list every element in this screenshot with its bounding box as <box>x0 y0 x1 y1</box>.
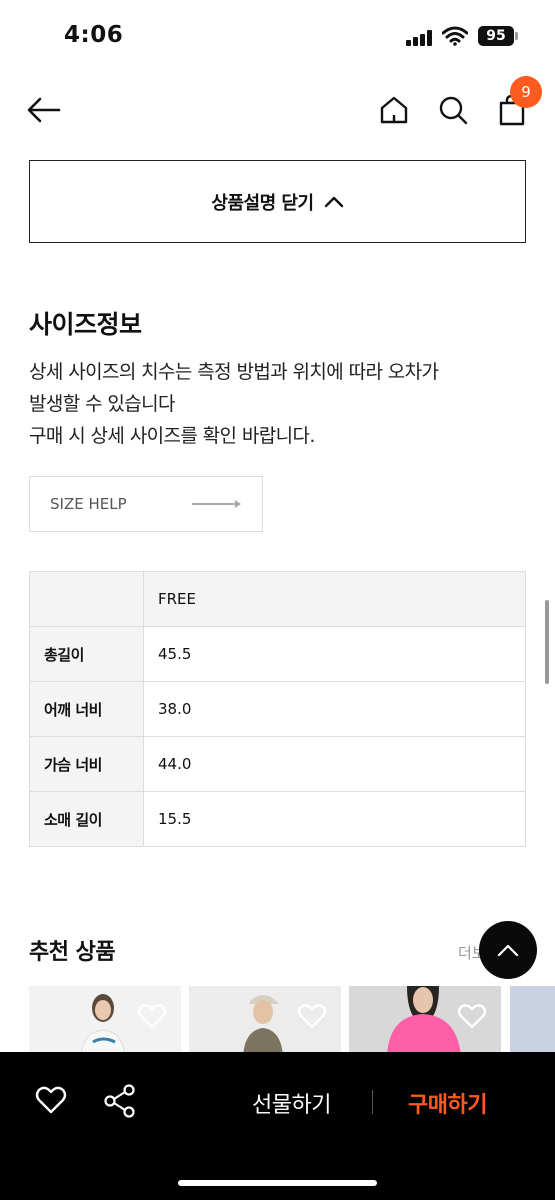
size-info-title: 사이즈정보 <box>29 310 142 339</box>
status-time: 4:06 <box>64 22 124 48</box>
size-desc-line: 구매 시 상세 사이즈를 확인 바랍니다. <box>29 425 315 447</box>
battery-tip <box>515 32 518 40</box>
recommended-title: 추천 상품 <box>29 940 116 965</box>
scroll-to-top-button[interactable] <box>479 921 537 979</box>
table-corner-cell <box>29 571 144 627</box>
back-button[interactable] <box>26 92 62 128</box>
row-value: 45.5 <box>143 626 526 682</box>
gift-button[interactable]: 선물하기 <box>252 1087 331 1119</box>
row-value: 44.0 <box>143 736 526 792</box>
buy-button[interactable]: 구매하기 <box>408 1087 487 1119</box>
arrow-left-icon <box>27 97 61 123</box>
size-info-description: 상세 사이즈의 치수는 측정 방법과 위치에 따라 오차가 발생할 수 있습니다… <box>29 356 529 452</box>
row-label: 어깨 너비 <box>29 681 144 737</box>
heart-icon[interactable] <box>457 1002 487 1030</box>
size-desc-line: 발생할 수 있습니다 <box>29 393 176 415</box>
product-card[interactable] <box>29 986 181 1056</box>
home-indicator <box>178 1180 377 1186</box>
bottom-action-bar: 선물하기 구매하기 <box>0 1052 555 1200</box>
size-desc-line: 상세 사이즈의 치수는 측정 방법과 위치에 따라 오차가 <box>29 361 439 383</box>
cellular-signal-icon <box>406 30 434 46</box>
heart-icon[interactable] <box>297 1002 327 1030</box>
status-bar: 4:06 95 <box>0 0 555 70</box>
table-row: 어깨 너비 38.0 <box>29 681 526 737</box>
home-icon <box>380 96 408 124</box>
arrow-right-icon <box>192 500 241 508</box>
table-header-row: FREE <box>29 571 526 627</box>
table-column-header: FREE <box>143 571 526 627</box>
table-row: 가슴 너비 44.0 <box>29 736 526 792</box>
close-description-button[interactable]: 상품설명 닫기 <box>29 160 526 243</box>
row-label: 소매 길이 <box>29 791 144 847</box>
product-card[interactable] <box>349 986 501 1056</box>
scrollbar[interactable] <box>545 600 549 684</box>
search-button[interactable] <box>435 92 471 128</box>
heart-icon <box>35 1086 67 1114</box>
row-value: 15.5 <box>143 791 526 847</box>
product-card[interactable] <box>189 986 341 1056</box>
share-button[interactable] <box>104 1084 136 1122</box>
row-label: 총길이 <box>29 626 144 682</box>
share-icon <box>104 1084 135 1118</box>
chevron-up-icon <box>497 944 519 957</box>
battery-icon: 95 <box>478 26 514 46</box>
size-table: FREE 총길이 45.5 어깨 너비 38.0 가슴 너비 44.0 소매 길… <box>29 571 526 847</box>
row-value: 38.0 <box>143 681 526 737</box>
size-help-label: SIZE HELP <box>50 495 127 513</box>
search-icon <box>439 96 468 125</box>
close-description-label: 상품설명 닫기 <box>211 192 314 214</box>
wishlist-button[interactable] <box>35 1085 67 1119</box>
wifi-icon <box>441 26 469 46</box>
size-help-button[interactable]: SIZE HELP <box>29 476 263 532</box>
product-card[interactable] <box>510 986 555 1056</box>
top-nav <box>0 80 555 140</box>
divider <box>372 1090 373 1114</box>
table-row: 총길이 45.5 <box>29 626 526 682</box>
cart-count-badge: 9 <box>510 76 542 108</box>
row-label: 가슴 너비 <box>29 736 144 792</box>
heart-icon[interactable] <box>137 1002 167 1030</box>
recommended-products-list <box>29 986 555 1056</box>
table-row: 소매 길이 15.5 <box>29 791 526 847</box>
home-button[interactable] <box>376 92 412 128</box>
chevron-up-icon <box>324 196 343 207</box>
